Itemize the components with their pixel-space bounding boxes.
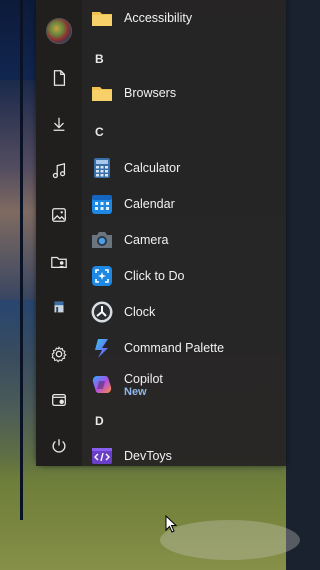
- user-folder-icon[interactable]: [45, 248, 73, 276]
- click-to-do-icon: [90, 264, 114, 288]
- app-label: Browsers: [124, 86, 177, 100]
- letter-header-c[interactable]: C: [95, 122, 115, 142]
- file-explorer-icon[interactable]: [45, 386, 73, 414]
- documents-icon[interactable]: [45, 64, 73, 92]
- copilot-text: Copilot New: [124, 372, 163, 399]
- start-menu: Accessibility B Browsers C Calculator Ca…: [36, 0, 286, 466]
- settings-icon[interactable]: [45, 340, 73, 368]
- command-palette-icon: [90, 336, 114, 360]
- letter-header-d[interactable]: D: [95, 411, 115, 431]
- app-camera[interactable]: Camera: [88, 224, 280, 256]
- new-badge: New: [124, 385, 147, 398]
- app-browsers[interactable]: Browsers: [88, 77, 280, 109]
- app-click-to-do[interactable]: Click to Do: [88, 260, 280, 292]
- app-label: Clock: [124, 305, 156, 319]
- app-copilot[interactable]: Copilot New: [88, 368, 280, 402]
- folder-icon: [90, 6, 114, 30]
- copilot-icon: [90, 373, 114, 397]
- music-icon[interactable]: [45, 157, 73, 185]
- mouse-cursor: [165, 514, 178, 538]
- wallpaper-path: [160, 520, 300, 560]
- app-clock[interactable]: Clock: [88, 296, 280, 328]
- clock-icon: [90, 300, 114, 324]
- letter-header-b[interactable]: B: [95, 49, 115, 69]
- pictures-icon[interactable]: [45, 201, 73, 229]
- downloads-icon[interactable]: [45, 110, 73, 138]
- app-command-palette[interactable]: Command Palette: [88, 332, 280, 364]
- folder-icon: [90, 81, 114, 105]
- app-label: Accessibility: [124, 11, 193, 25]
- app-label: Calculator: [124, 161, 181, 175]
- wallpaper-sky: [0, 80, 36, 300]
- app-label: Command Palette: [124, 341, 225, 355]
- app-accessibility[interactable]: Accessibility: [88, 2, 280, 34]
- devtoys-icon: [90, 444, 114, 468]
- calendar-icon: [90, 192, 114, 216]
- user-avatar[interactable]: [45, 17, 73, 45]
- app-calendar[interactable]: Calendar: [88, 188, 280, 220]
- app-label: Copilot: [124, 371, 163, 386]
- app-label: Camera: [124, 233, 169, 247]
- start-rail: [36, 0, 82, 466]
- app-icon[interactable]: [45, 293, 73, 321]
- wallpaper-edge: [20, 0, 23, 520]
- app-label: Click to Do: [124, 269, 185, 283]
- calculator-icon: [90, 156, 114, 180]
- power-icon[interactable]: [45, 432, 73, 460]
- app-calculator[interactable]: Calculator: [88, 152, 280, 184]
- camera-icon: [90, 228, 114, 252]
- app-label: DevToys: [124, 449, 172, 463]
- app-devtoys[interactable]: DevToys: [88, 440, 280, 472]
- avatar-image: [46, 18, 72, 44]
- app-label: Calendar: [124, 197, 175, 211]
